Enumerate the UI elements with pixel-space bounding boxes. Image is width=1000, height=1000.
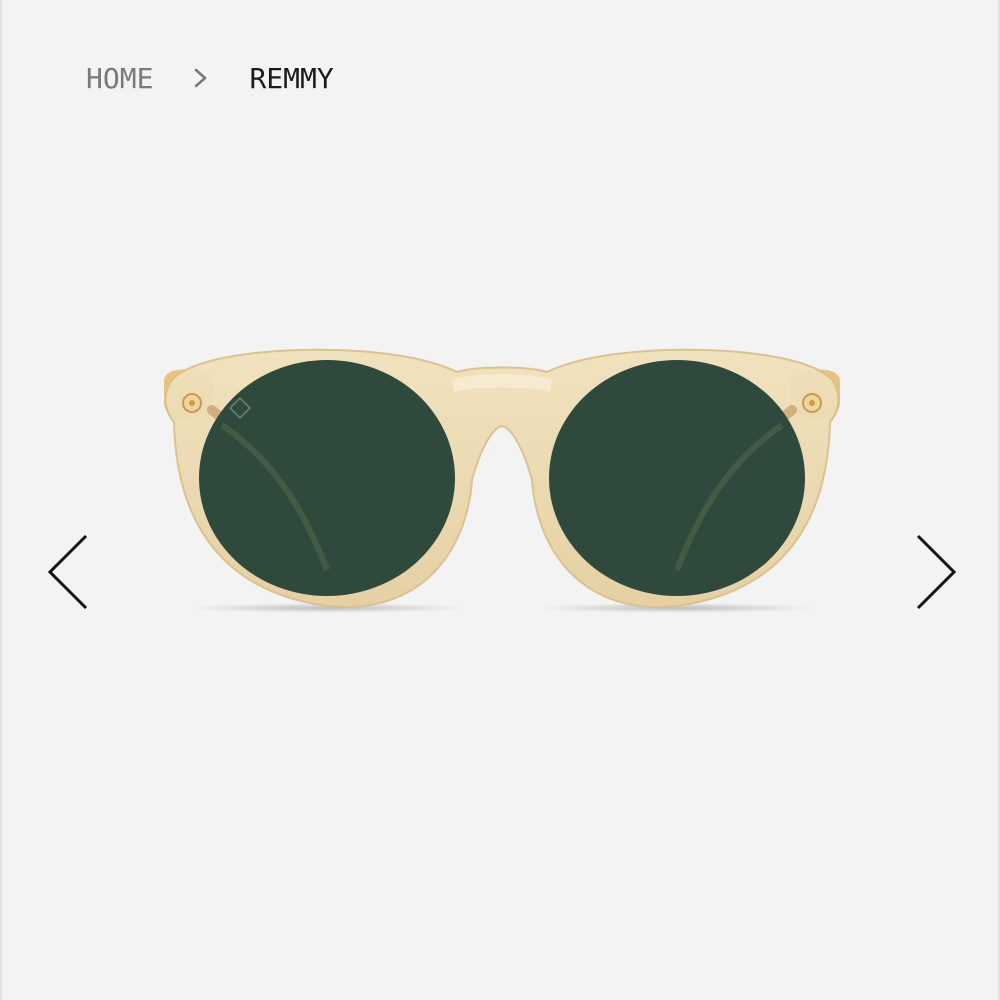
next-image-button[interactable] (914, 532, 960, 612)
sunglasses-image (164, 348, 840, 613)
breadcrumb: HOME REMMY (86, 58, 334, 98)
chevron-right-icon (916, 534, 957, 610)
product-gallery-page: HOME REMMY (0, 0, 1000, 1000)
chevron-right-icon (193, 64, 209, 92)
product-image (152, 330, 852, 630)
chevron-left-icon (47, 534, 88, 610)
breadcrumb-current-page: REMMY (249, 61, 334, 95)
breadcrumb-home-link[interactable]: HOME (86, 62, 153, 95)
previous-image-button[interactable] (44, 532, 90, 612)
